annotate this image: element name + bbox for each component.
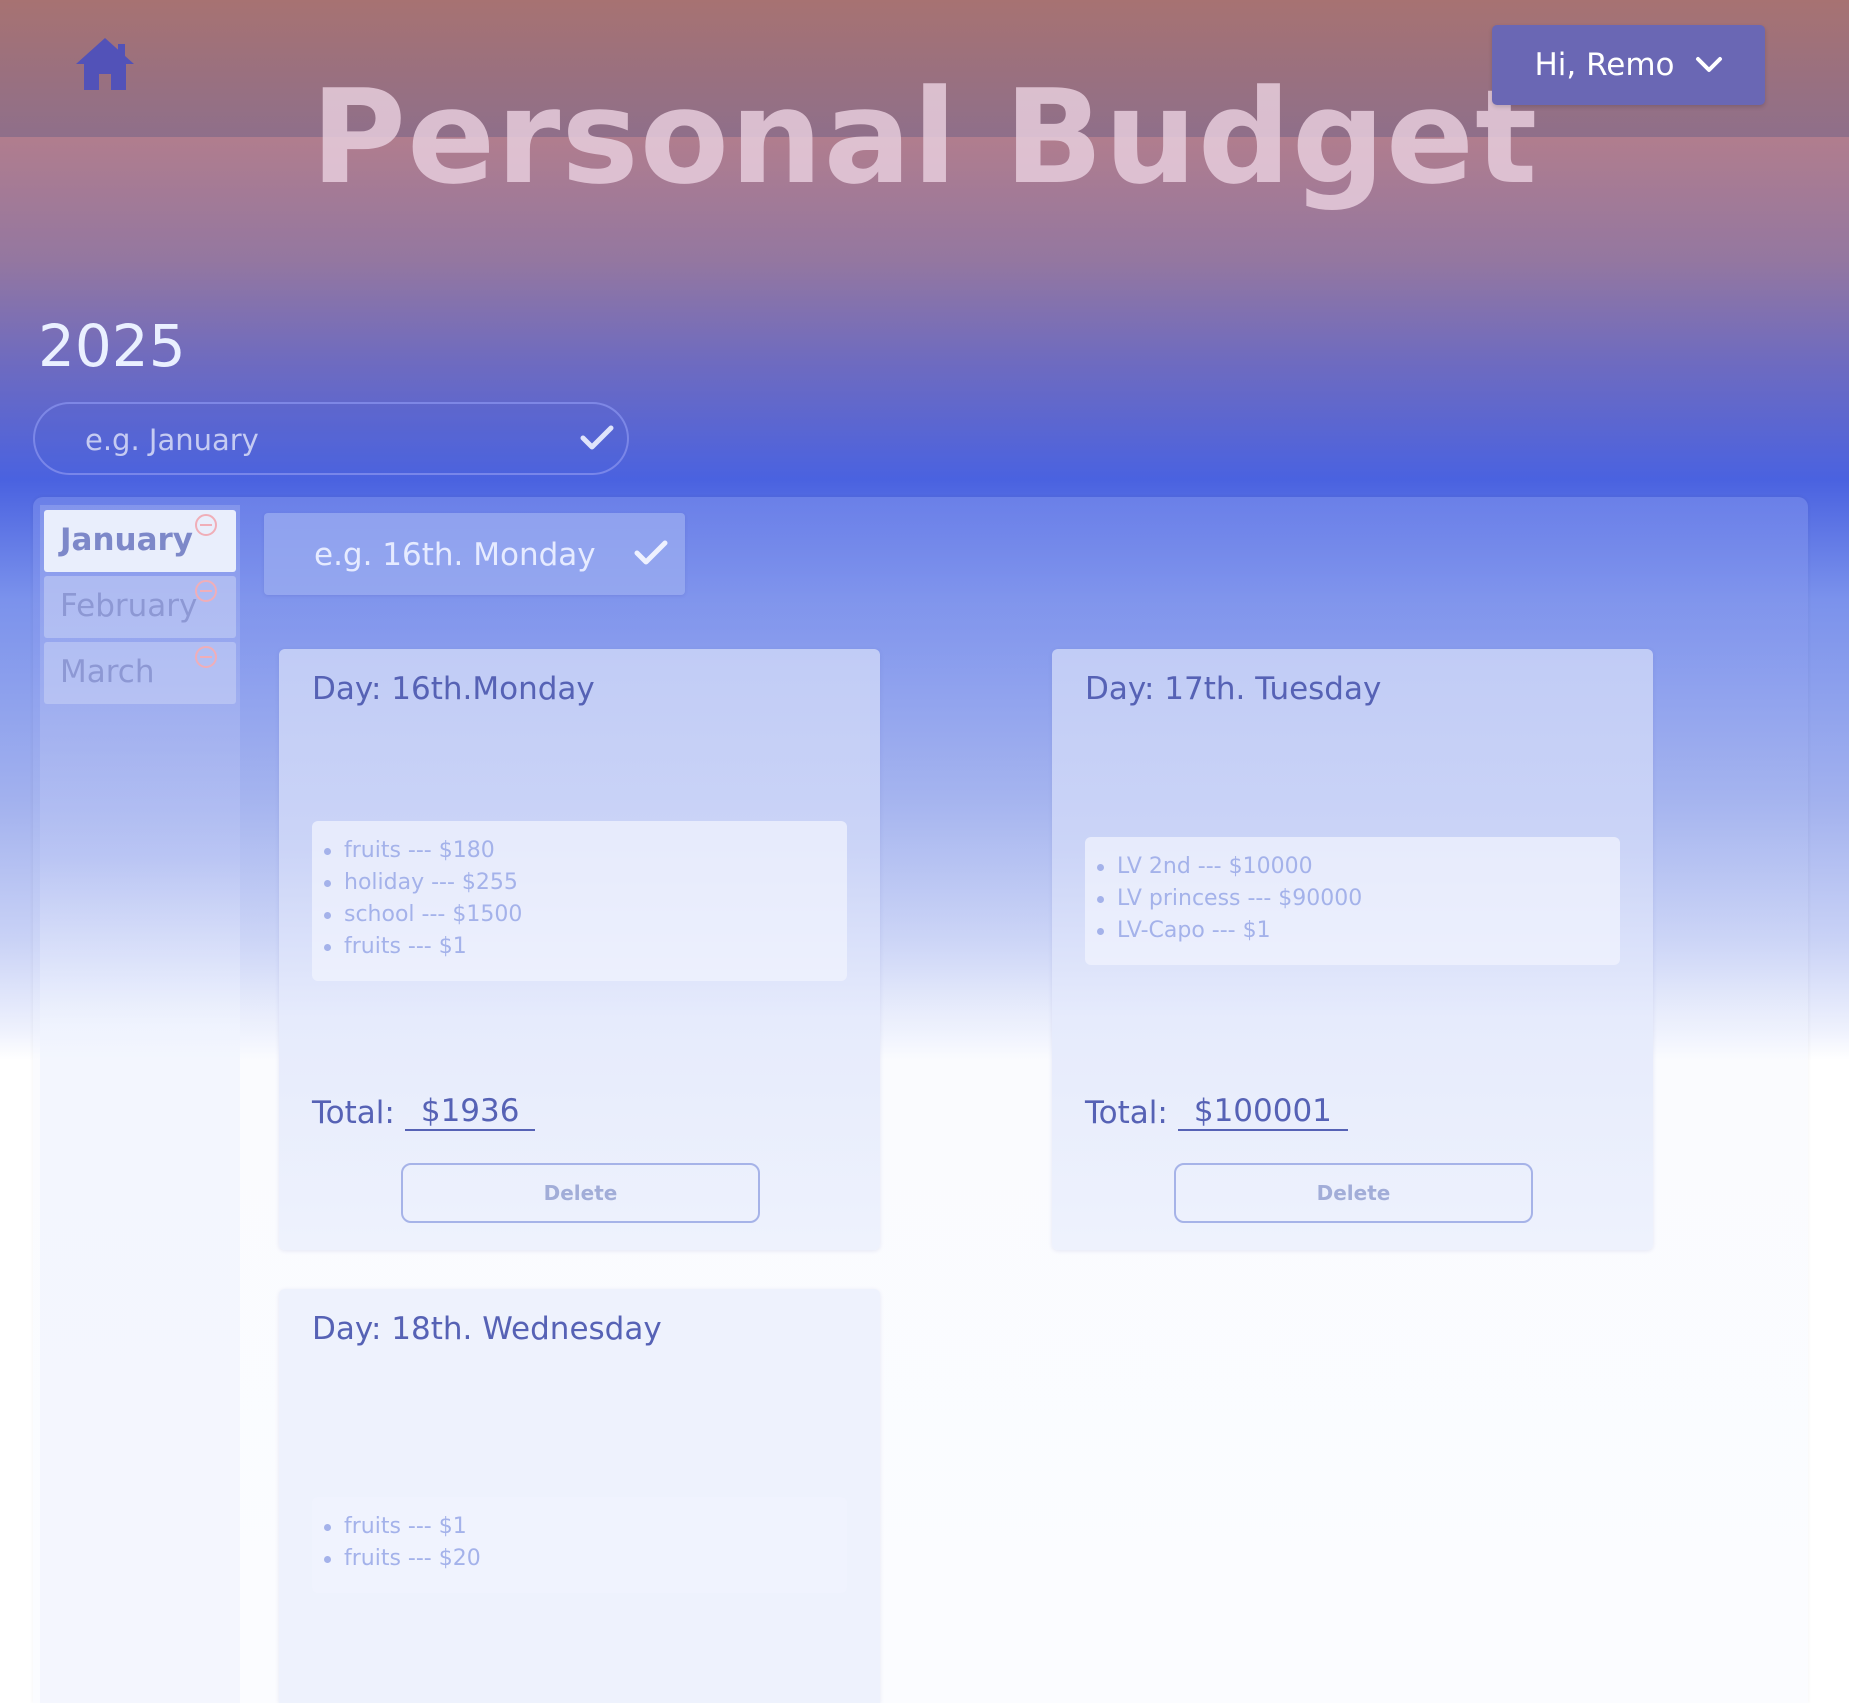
delete-day-button[interactable]: Delete [1174,1163,1533,1223]
remove-month-icon[interactable] [195,580,217,602]
delete-day-button[interactable]: Delete [401,1163,760,1223]
month-tab-label: January [60,522,194,558]
expense-item: school --- $1500 [324,899,847,931]
day-title: Day: 16th.Monday [312,671,595,707]
month-tab-label: March [60,654,155,690]
expense-item: fruits --- $1 [324,931,847,963]
total-value: $1936 [404,1093,536,1131]
expense-item: LV 2nd --- $10000 [1097,851,1620,883]
expense-list: LV 2nd --- $10000 LV princess --- $90000… [1085,837,1620,965]
total-label: Total: [1085,1095,1168,1131]
expense-item: fruits --- $1 [324,1511,847,1543]
year-heading: 2025 [38,312,186,380]
user-menu-button[interactable]: Hi, Remo [1492,25,1765,105]
day-title: Day: 17th. Tuesday [1085,671,1382,707]
total-row: Total: $100001 [1085,1093,1348,1131]
chevron-down-icon [1695,57,1722,72]
month-tab-march[interactable]: March [44,642,236,704]
month-tab-february[interactable]: February [44,576,236,638]
day-input-container [264,513,685,597]
month-tab-label: February [60,588,198,624]
expense-item: LV princess --- $90000 [1097,883,1620,915]
month-input-container [33,402,629,475]
total-value: $100001 [1177,1093,1348,1131]
expense-list: fruits --- $1 fruits --- $20 [312,1497,847,1593]
remove-month-icon[interactable] [195,514,217,536]
expense-item: LV-Capo --- $1 [1097,915,1620,947]
expense-list: fruits --- $180 holiday --- $255 school … [312,821,847,981]
month-input[interactable] [83,404,547,475]
day-input[interactable] [312,513,616,597]
day-card: Day: 18th. Wednesday fruits --- $1 fruit… [279,1289,880,1703]
add-day-check-icon[interactable] [634,539,668,567]
total-label: Total: [312,1095,395,1131]
day-title: Day: 18th. Wednesday [312,1311,662,1347]
user-menu-label: Hi, Remo [1534,47,1675,83]
day-card: Day: 16th.Monday fruits --- $180 holiday… [279,649,880,1250]
expense-item: holiday --- $255 [324,867,847,899]
expense-item: fruits --- $20 [324,1543,847,1575]
add-month-check-icon[interactable] [580,424,614,452]
month-tab-january[interactable]: January [44,510,236,572]
expense-item: fruits --- $180 [324,835,847,867]
total-row: Total: $1936 [312,1093,536,1131]
remove-month-icon[interactable] [195,646,217,668]
day-card: Day: 17th. Tuesday LV 2nd --- $10000 LV … [1052,649,1653,1250]
